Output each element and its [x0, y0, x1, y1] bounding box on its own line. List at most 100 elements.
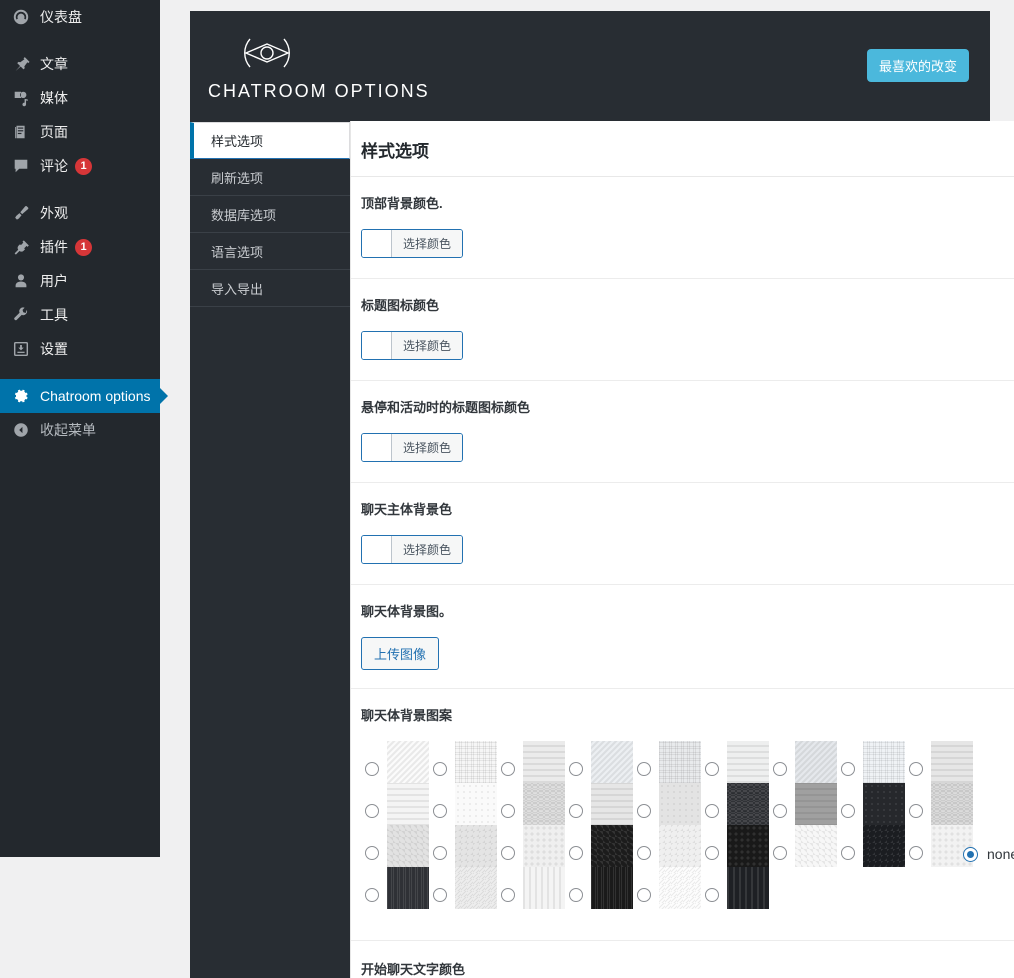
pick-color-button[interactable]: 选择颜色 — [392, 230, 462, 257]
pattern-radio-7-2[interactable] — [841, 846, 855, 860]
pattern-swatch-4-1[interactable] — [659, 783, 701, 825]
pattern-radio-4-1[interactable] — [637, 804, 651, 818]
pattern-radio-4-3[interactable] — [637, 888, 651, 902]
tab-label: 样式选项 — [211, 131, 263, 150]
pattern-radio-1-0[interactable] — [433, 762, 447, 776]
pattern-none-option[interactable]: none — [963, 741, 1014, 862]
sidebar-item-1[interactable]: 文章 — [0, 47, 160, 81]
pattern-swatch-7-0[interactable] — [863, 741, 905, 783]
pick-color-button[interactable]: 选择颜色 — [392, 536, 462, 563]
pattern-swatch-3-0[interactable] — [591, 741, 633, 783]
pattern-swatch-0-3[interactable] — [387, 867, 429, 909]
pattern-swatch-4-2[interactable] — [659, 825, 701, 867]
sidebar-item-6[interactable]: 插件1 — [0, 230, 160, 264]
favorite-changes-button[interactable]: 最喜欢的改变 — [867, 49, 969, 82]
color-picker-control[interactable]: 选择颜色 — [361, 229, 463, 258]
pattern-radio-7-0[interactable] — [841, 762, 855, 776]
sidebar-item-11[interactable]: 收起菜单 — [0, 413, 160, 447]
color-swatch[interactable] — [362, 434, 392, 461]
pattern-swatch-6-1[interactable] — [795, 783, 837, 825]
color-picker-control[interactable]: 选择颜色 — [361, 535, 463, 564]
pattern-radio-3-0[interactable] — [569, 762, 583, 776]
pattern-radio-0-2[interactable] — [365, 846, 379, 860]
pattern-swatch-4-0[interactable] — [659, 741, 701, 783]
pattern-swatch-2-0[interactable] — [523, 741, 565, 783]
pattern-radio-6-0[interactable] — [773, 762, 787, 776]
pattern-swatch-1-0[interactable] — [455, 741, 497, 783]
pattern-swatch-5-3[interactable] — [727, 867, 769, 909]
tab-1[interactable]: 刷新选项 — [190, 159, 350, 196]
pattern-swatch-3-3[interactable] — [591, 867, 633, 909]
pattern-swatch-2-3[interactable] — [523, 867, 565, 909]
sidebar-item-9[interactable]: 设置 — [0, 332, 160, 366]
pattern-swatch-6-0[interactable] — [795, 741, 837, 783]
color-swatch[interactable] — [362, 332, 392, 359]
color-swatch[interactable] — [362, 230, 392, 257]
sidebar-item-label: 插件 — [40, 237, 68, 257]
sidebar-item-2[interactable]: 媒体 — [0, 81, 160, 115]
pattern-swatch-1-2[interactable] — [455, 825, 497, 867]
pattern-radio-8-1[interactable] — [909, 804, 923, 818]
pattern-radio-5-2[interactable] — [705, 846, 719, 860]
pick-color-button[interactable]: 选择颜色 — [392, 332, 462, 359]
sidebar-item-5[interactable]: 外观 — [0, 196, 160, 230]
field-label: 顶部背景颜色. — [361, 193, 1014, 212]
pattern-radio-2-1[interactable] — [501, 804, 515, 818]
pattern-swatch-1-1[interactable] — [455, 783, 497, 825]
pattern-swatch-0-2[interactable] — [387, 825, 429, 867]
color-swatch[interactable] — [362, 536, 392, 563]
pattern-swatch-7-1[interactable] — [863, 783, 905, 825]
pattern-radio-5-0[interactable] — [705, 762, 719, 776]
tab-3[interactable]: 语言选项 — [190, 233, 350, 270]
pattern-radio-4-0[interactable] — [637, 762, 651, 776]
pattern-swatch-5-2[interactable] — [727, 825, 769, 867]
pattern-swatch-4-3[interactable] — [659, 867, 701, 909]
pattern-swatch-5-0[interactable] — [727, 741, 769, 783]
pattern-none-radio[interactable] — [963, 847, 978, 862]
pattern-radio-2-2[interactable] — [501, 846, 515, 860]
pattern-radio-5-1[interactable] — [705, 804, 719, 818]
sidebar-item-0[interactable]: 仪表盘 — [0, 0, 160, 34]
pattern-radio-0-1[interactable] — [365, 804, 379, 818]
pattern-swatch-0-0[interactable] — [387, 741, 429, 783]
tab-2[interactable]: 数据库选项 — [190, 196, 350, 233]
pattern-radio-1-1[interactable] — [433, 804, 447, 818]
pattern-radio-2-0[interactable] — [501, 762, 515, 776]
upload-image-button[interactable]: 上传图像 — [361, 637, 439, 670]
pattern-swatch-7-2[interactable] — [863, 825, 905, 867]
pattern-swatch-3-1[interactable] — [591, 783, 633, 825]
pattern-radio-1-2[interactable] — [433, 846, 447, 860]
pattern-swatch-2-2[interactable] — [523, 825, 565, 867]
sidebar-item-3[interactable]: 页面 — [0, 115, 160, 149]
pick-color-button[interactable]: 选择颜色 — [392, 434, 462, 461]
pattern-radio-3-2[interactable] — [569, 846, 583, 860]
pattern-swatch-1-3[interactable] — [455, 867, 497, 909]
pattern-radio-1-3[interactable] — [433, 888, 447, 902]
pattern-radio-3-3[interactable] — [569, 888, 583, 902]
sidebar-item-7[interactable]: 用户 — [0, 264, 160, 298]
pattern-radio-0-0[interactable] — [365, 762, 379, 776]
sidebar-item-8[interactable]: 工具 — [0, 298, 160, 332]
pattern-radio-0-3[interactable] — [365, 888, 379, 902]
pattern-radio-8-2[interactable] — [909, 846, 923, 860]
tab-0[interactable]: 样式选项 — [190, 122, 350, 159]
pattern-radio-5-3[interactable] — [705, 888, 719, 902]
collapse-arrow-icon — [11, 420, 31, 440]
pattern-radio-3-1[interactable] — [569, 804, 583, 818]
pattern-radio-8-0[interactable] — [909, 762, 923, 776]
pattern-swatch-5-1[interactable] — [727, 783, 769, 825]
sidebar-item-10[interactable]: Chatroom options — [0, 379, 160, 413]
pattern-radio-6-2[interactable] — [773, 846, 787, 860]
sidebar-item-4[interactable]: 评论1 — [0, 149, 160, 183]
pattern-swatch-6-2[interactable] — [795, 825, 837, 867]
color-picker-control[interactable]: 选择颜色 — [361, 331, 463, 360]
pattern-radio-6-1[interactable] — [773, 804, 787, 818]
pattern-swatch-0-1[interactable] — [387, 783, 429, 825]
pattern-swatch-2-1[interactable] — [523, 783, 565, 825]
pattern-radio-2-3[interactable] — [501, 888, 515, 902]
pattern-swatch-3-2[interactable] — [591, 825, 633, 867]
tab-4[interactable]: 导入导出 — [190, 270, 350, 307]
color-picker-control[interactable]: 选择颜色 — [361, 433, 463, 462]
pattern-radio-4-2[interactable] — [637, 846, 651, 860]
pattern-radio-7-1[interactable] — [841, 804, 855, 818]
